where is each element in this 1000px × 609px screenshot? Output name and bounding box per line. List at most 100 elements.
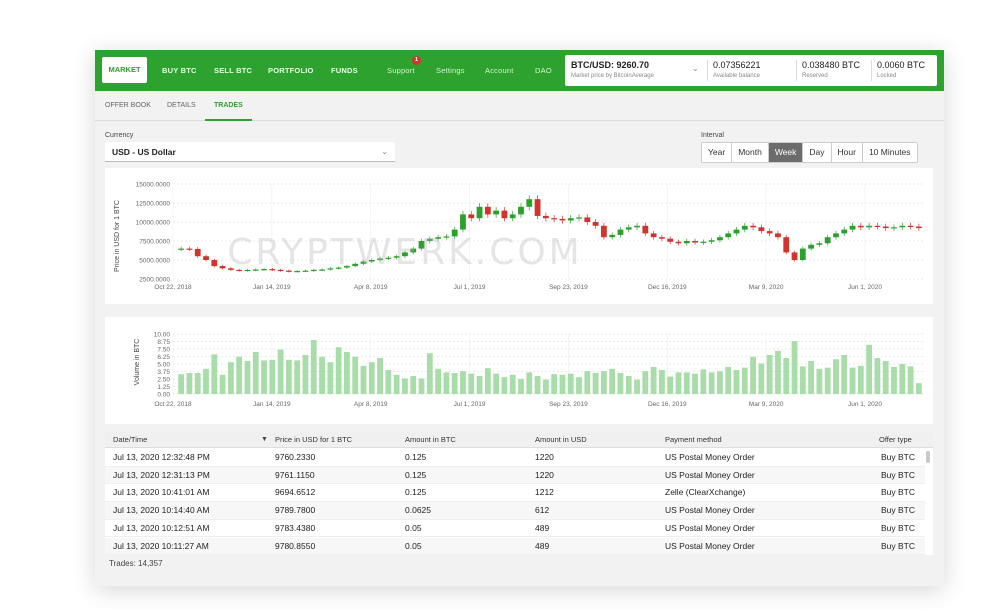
candle-body[interactable] (542, 215, 549, 219)
table-row[interactable]: Jul 13, 2020 12:31:13 PM 9761.1150 0.125 12… (105, 466, 925, 485)
volume-bar[interactable] (518, 379, 524, 394)
candle-body[interactable] (675, 241, 682, 244)
volume-bar[interactable] (551, 374, 558, 394)
volume-bar[interactable] (717, 371, 723, 394)
volume-bar[interactable] (576, 377, 582, 394)
candle-body[interactable] (609, 234, 616, 238)
volume-bar[interactable] (244, 361, 251, 394)
volume-bar[interactable] (915, 383, 922, 394)
volume-bar[interactable] (460, 371, 466, 394)
column-header-datetime[interactable]: Date/Time (113, 431, 147, 448)
currency-select[interactable]: USD - US Dollar ⌄ (105, 142, 395, 162)
volume-bar[interactable] (675, 372, 682, 394)
volume-bar[interactable] (833, 359, 839, 394)
volume-bar[interactable] (410, 376, 417, 394)
candle-body[interactable] (567, 218, 574, 221)
candle-body[interactable] (882, 226, 889, 229)
candle-body[interactable] (841, 229, 848, 234)
column-header-offer-type[interactable]: Offer type (879, 431, 912, 448)
candle-body[interactable] (708, 240, 715, 242)
volume-bar[interactable] (360, 365, 367, 394)
volume-bar[interactable] (899, 364, 906, 394)
volume-bar[interactable] (617, 373, 624, 394)
volume-bar-chart[interactable]: 10.008.757.506.255.003.752.501.250.00 Oc… (105, 317, 933, 424)
volume-bar[interactable] (808, 361, 815, 394)
sort-desc-icon[interactable]: ▼ (261, 431, 268, 448)
volume-bar[interactable] (625, 376, 632, 394)
nav-funds-tab[interactable]: FUNDS (331, 50, 358, 91)
nav-account-tab[interactable]: Account (485, 50, 514, 91)
candle-body[interactable] (194, 248, 201, 257)
volume-bar[interactable] (741, 367, 748, 394)
column-header-payment-method[interactable]: Payment method (665, 431, 722, 448)
candle-body[interactable] (741, 225, 748, 230)
nav-market-tab[interactable]: MARKET (102, 57, 147, 83)
candle-body[interactable] (700, 241, 707, 243)
nav-portfolio-tab[interactable]: PORTFOLIO (268, 50, 314, 91)
volume-bar[interactable] (269, 359, 276, 394)
candle-body[interactable] (915, 226, 922, 229)
volume-bar[interactable] (634, 379, 640, 394)
volume-bar[interactable] (435, 368, 442, 394)
candle-body[interactable] (833, 233, 839, 238)
volume-bar[interactable] (882, 361, 889, 394)
volume-bar[interactable] (559, 374, 566, 394)
volume-bar[interactable] (294, 360, 301, 394)
candle-body[interactable] (907, 225, 914, 227)
volume-bar[interactable] (692, 373, 698, 394)
volume-bar[interactable] (658, 370, 665, 394)
volume-bar[interactable] (377, 358, 383, 394)
volume-bar[interactable] (783, 358, 790, 394)
volume-bar[interactable] (484, 368, 491, 394)
candle-body[interactable] (758, 227, 765, 232)
volume-bar[interactable] (402, 378, 408, 394)
volume-bar[interactable] (841, 355, 848, 394)
table-row[interactable]: Jul 13, 2020 10:41:01 AM 9694.6512 0.125 12… (105, 484, 925, 503)
candle-body[interactable] (650, 233, 657, 238)
candle-body[interactable] (692, 241, 698, 243)
volume-bar[interactable] (319, 356, 325, 394)
candle-body[interactable] (766, 231, 773, 234)
candle-body[interactable] (750, 225, 756, 228)
volume-bar[interactable] (891, 367, 897, 394)
interval-week-button[interactable]: Week (768, 143, 804, 162)
interval-10-minutes-button[interactable]: 10 Minutes (862, 143, 917, 162)
candle-body[interactable] (178, 248, 185, 250)
candle-body[interactable] (460, 214, 466, 230)
candle-body[interactable] (783, 237, 790, 253)
volume-bar[interactable] (509, 374, 516, 394)
volume-bar[interactable] (285, 359, 292, 394)
volume-bar[interactable] (766, 355, 773, 394)
candle-body[interactable] (816, 243, 823, 245)
volume-bar[interactable] (252, 352, 259, 394)
volume-bar[interactable] (609, 368, 616, 394)
candle-body[interactable] (501, 210, 508, 219)
nav-buy-btc-tab[interactable]: BUY BTC (162, 50, 197, 91)
candle-body[interactable] (866, 225, 873, 228)
volume-bar[interactable] (592, 373, 599, 394)
candle-body[interactable] (509, 214, 516, 219)
table-scrollbar[interactable] (926, 451, 930, 463)
volume-bar[interactable] (203, 368, 209, 394)
volume-bar[interactable] (211, 354, 218, 394)
volume-bar[interactable] (476, 376, 483, 394)
table-row[interactable]: Jul 13, 2020 10:11:27 AM 9780.8550 0.05 489… (105, 537, 925, 555)
volume-bar[interactable] (866, 344, 873, 394)
candle-body[interactable] (791, 252, 798, 260)
candle-body[interactable] (526, 199, 533, 207)
volume-bar[interactable] (650, 367, 657, 394)
volume-bar[interactable] (534, 376, 541, 394)
volume-bar[interactable] (501, 377, 508, 394)
volume-bar[interactable] (824, 367, 831, 394)
volume-bar[interactable] (186, 373, 193, 394)
candle-body[interactable] (683, 241, 690, 244)
table-row[interactable]: Jul 13, 2020 10:14:40 AM 9789.7800 0.0625 6… (105, 502, 925, 520)
volume-bar[interactable] (310, 340, 317, 394)
volume-bar[interactable] (426, 353, 433, 394)
candle-body[interactable] (808, 244, 815, 249)
candle-body[interactable] (186, 248, 193, 250)
volume-bar[interactable] (227, 362, 234, 394)
volume-bar[interactable] (683, 372, 690, 394)
volume-bar[interactable] (791, 341, 798, 394)
candle-body[interactable] (874, 225, 881, 227)
